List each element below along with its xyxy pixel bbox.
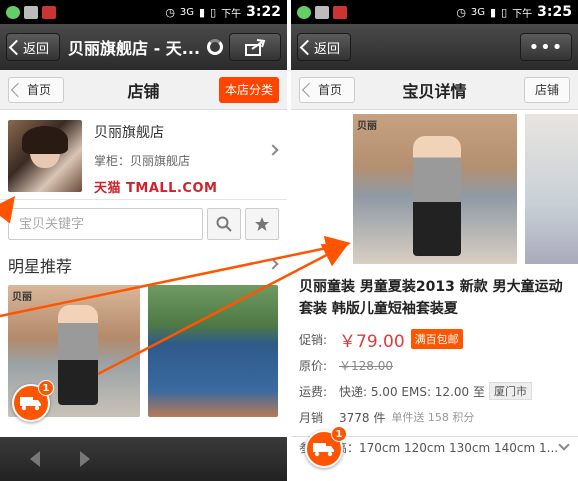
image-icon (24, 5, 38, 19)
free-shipping-badge: 满百包邮 (410, 329, 463, 349)
cart-count-badge: 1 (38, 380, 54, 396)
signal-icon: ▮ (199, 5, 206, 19)
orig-price: ￥128.00 (339, 358, 393, 373)
favorite-button[interactable] (245, 208, 279, 240)
model-figure (413, 136, 461, 256)
signal-label: 3G (470, 6, 486, 18)
shop-screen: ◷ 3G ▮ ▯ 下午 3:22 返回 贝丽旗舰店 - 天... 首页 店铺 本… (0, 0, 287, 481)
product-image-next[interactable] (525, 114, 578, 264)
battery-icon: ▯ (210, 5, 217, 19)
shop-category-button[interactable]: 本店分类 (218, 76, 279, 103)
alarm-icon: ◷ (165, 5, 175, 19)
alarm-icon: ◷ (456, 5, 466, 19)
shop-name: 贝丽旗舰店 (94, 125, 164, 141)
signal-icon: ▮ (490, 5, 497, 19)
chevron-right-icon (267, 144, 279, 156)
sales-label: 月销 (299, 410, 324, 425)
image-icon (315, 5, 329, 19)
original-price-row: 原价: ￥128.00 (291, 352, 578, 378)
screenshot-stage: ◷ 3G ▮ ▯ 下午 3:22 返回 贝丽旗舰店 - 天... 首页 店铺 本… (0, 0, 578, 481)
shop-info-card[interactable]: 贝丽旗舰店 掌柜：贝丽旗舰店 天猫 TMALL.COM (0, 110, 287, 200)
share-icon (245, 39, 266, 56)
nav-prev-icon[interactable] (30, 451, 40, 467)
brand-tag: 贝丽 (12, 292, 32, 303)
promo-price: ￥79.00 (339, 331, 405, 352)
more-button[interactable]: ••• (520, 33, 572, 61)
app-icon (42, 5, 56, 19)
home-button[interactable]: 首页 (8, 76, 65, 103)
clock: 3:22 (246, 4, 281, 20)
home-button[interactable]: 首页 (299, 76, 356, 103)
shop-button[interactable]: 店铺 (523, 76, 570, 103)
orig-label: 原价: (299, 358, 328, 373)
loading-spinner-icon (207, 39, 223, 55)
promo-label: 促销: (299, 332, 328, 347)
shop-avatar (8, 120, 82, 192)
page-header: 首页 宝贝详情 店铺 (291, 70, 578, 110)
time-prefix: 下午 (512, 8, 533, 20)
title-bar: 返回 贝丽旗舰店 - 天... (0, 24, 287, 70)
search-input[interactable] (8, 208, 203, 240)
tmall-logo: 天猫 TMALL.COM (94, 181, 218, 196)
points-note: 单件送 158 积分 (391, 411, 475, 424)
signal-label: 3G (179, 6, 195, 18)
cart-truck-icon (20, 397, 41, 411)
back-button[interactable]: 返回 (6, 33, 61, 61)
promo-row: 促销: ￥79.00 满百包邮 (291, 326, 578, 352)
section-title: 明星推荐 (8, 257, 73, 276)
page-header: 首页 店铺 本店分类 (0, 70, 287, 110)
bottom-nav (0, 437, 287, 481)
window-title: 贝丽旗舰店 - 天... (68, 39, 201, 58)
time-prefix: 下午 (221, 8, 242, 20)
shipping-label: 运费: (299, 384, 328, 399)
cart-count-badge: 1 (331, 426, 347, 442)
cart-button[interactable]: 1 (305, 426, 347, 468)
status-bar: ◷ 3G ▮ ▯ 下午 3:22 (0, 0, 287, 24)
model-figure (58, 305, 98, 405)
search-icon (216, 216, 232, 232)
nav-next-icon[interactable] (80, 451, 90, 467)
chevron-down-icon (558, 439, 570, 451)
product-thumbnail[interactable] (148, 285, 278, 417)
title-bar: 返回 ••• (291, 24, 578, 70)
product-title: 贝丽童装 男童夏装2013 新款 男大童运动套装 韩版儿童短袖套装夏 (299, 279, 563, 317)
brand-tag: 贝丽 (357, 121, 377, 132)
recommend-section-header[interactable]: 明星推荐 (0, 247, 287, 283)
shipping-row: 运费: 快递: 5.00 EMS: 12.00 至 厦门市 (291, 378, 578, 404)
chevron-right-icon (267, 258, 279, 270)
wechat-icon (6, 5, 20, 19)
shipping-value: 快递: 5.00 EMS: 12.00 至 (339, 384, 485, 399)
shop-keeper: 掌柜：贝丽旗舰店 (94, 154, 191, 168)
product-image-main[interactable]: 贝丽 (353, 114, 517, 264)
cart-button[interactable]: 1 (12, 380, 54, 422)
app-icon (333, 5, 347, 19)
star-icon (255, 217, 269, 231)
battery-icon: ▯ (501, 5, 508, 19)
search-bar (0, 205, 287, 243)
city-selector[interactable]: 厦门市 (488, 382, 532, 400)
item-detail-screen: ◷ 3G ▮ ▯ 下午 3:25 返回 ••• 首页 宝贝详情 店铺 贝丽 贝丽… (291, 0, 578, 481)
product-gallery[interactable]: 贝丽 (291, 114, 578, 266)
back-button[interactable]: 返回 (297, 33, 352, 61)
status-bar: ◷ 3G ▮ ▯ 下午 3:25 (291, 0, 578, 24)
wechat-icon (297, 5, 311, 19)
cart-truck-icon (313, 443, 334, 457)
clock: 3:25 (537, 4, 572, 20)
sales-value: 3778 件 (339, 410, 386, 425)
share-button[interactable] (229, 33, 281, 61)
search-button[interactable] (207, 208, 241, 240)
